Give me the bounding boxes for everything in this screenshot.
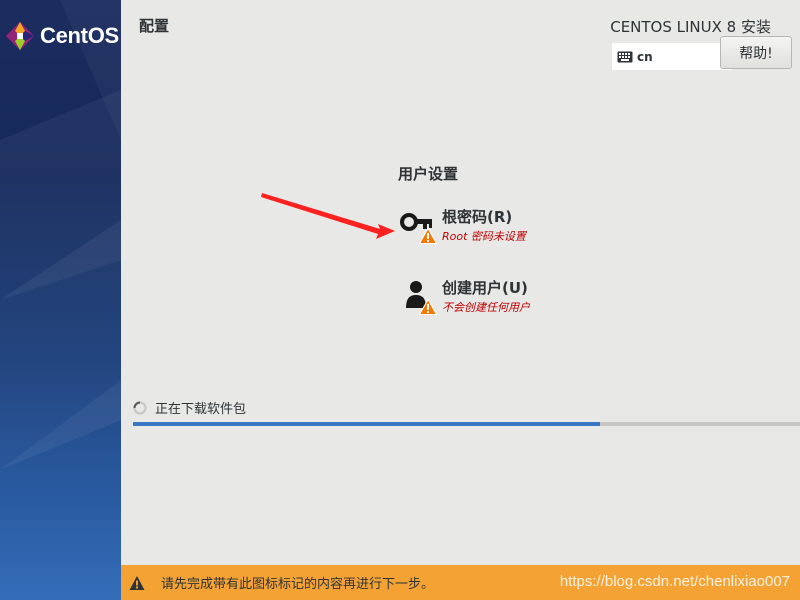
keyboard-layout-label: cn (637, 49, 653, 64)
warning-icon (419, 228, 437, 244)
root-password-label: 根密码(R) (442, 208, 513, 226)
brand-name: CentOS (40, 23, 119, 48)
warning-icon (419, 299, 437, 315)
create-user-text: 创建用户(U) 不会创建任何用户 (442, 279, 530, 315)
help-button[interactable]: 帮助! (720, 36, 792, 69)
centos-logo: CentOS (4, 20, 119, 52)
sidebar-background (0, 0, 121, 600)
user-settings-title: 用户设置 (398, 165, 459, 183)
progress-bar (133, 422, 800, 426)
keyboard-layout-indicator[interactable]: cn (612, 43, 732, 70)
root-password-spoke[interactable]: 根密码(R) Root 密码未设置 (399, 208, 526, 244)
keyboard-icon (617, 51, 633, 62)
progress-status: 正在下载软件包 (133, 398, 246, 417)
main-panel: 配置 CENTOS LINUX 8 安装 cn 帮助! 用户设置 根密码(R) … (121, 0, 800, 565)
create-user-spoke[interactable]: 创建用户(U) 不会创建任何用户 (399, 279, 530, 315)
spinner-icon (133, 401, 147, 414)
page-title: 配置 (139, 17, 170, 35)
root-password-status: Root 密码未设置 (442, 230, 526, 243)
watermark: https://blog.csdn.net/chenlixiao007 (559, 573, 790, 590)
create-user-label: 创建用户(U) (442, 279, 528, 297)
warning-message: 请先完成带有此图标标记的内容再进行下一步。 (161, 577, 435, 592)
progress-text: 正在下载软件包 (155, 402, 247, 417)
root-password-icon-wrap (399, 208, 437, 244)
progress-bar-fill (133, 422, 600, 426)
create-user-icon-wrap (399, 279, 437, 315)
install-title: CENTOS LINUX 8 安装 (610, 18, 771, 36)
warning-icon (129, 575, 145, 590)
warning-bar: 请先完成带有此图标标记的内容再进行下一步。 https://blog.csdn.… (121, 565, 800, 600)
centos-logo-icon (5, 21, 35, 51)
root-password-text: 根密码(R) Root 密码未设置 (442, 208, 526, 244)
sidebar: CentOS (0, 0, 121, 600)
create-user-status: 不会创建任何用户 (442, 301, 530, 314)
